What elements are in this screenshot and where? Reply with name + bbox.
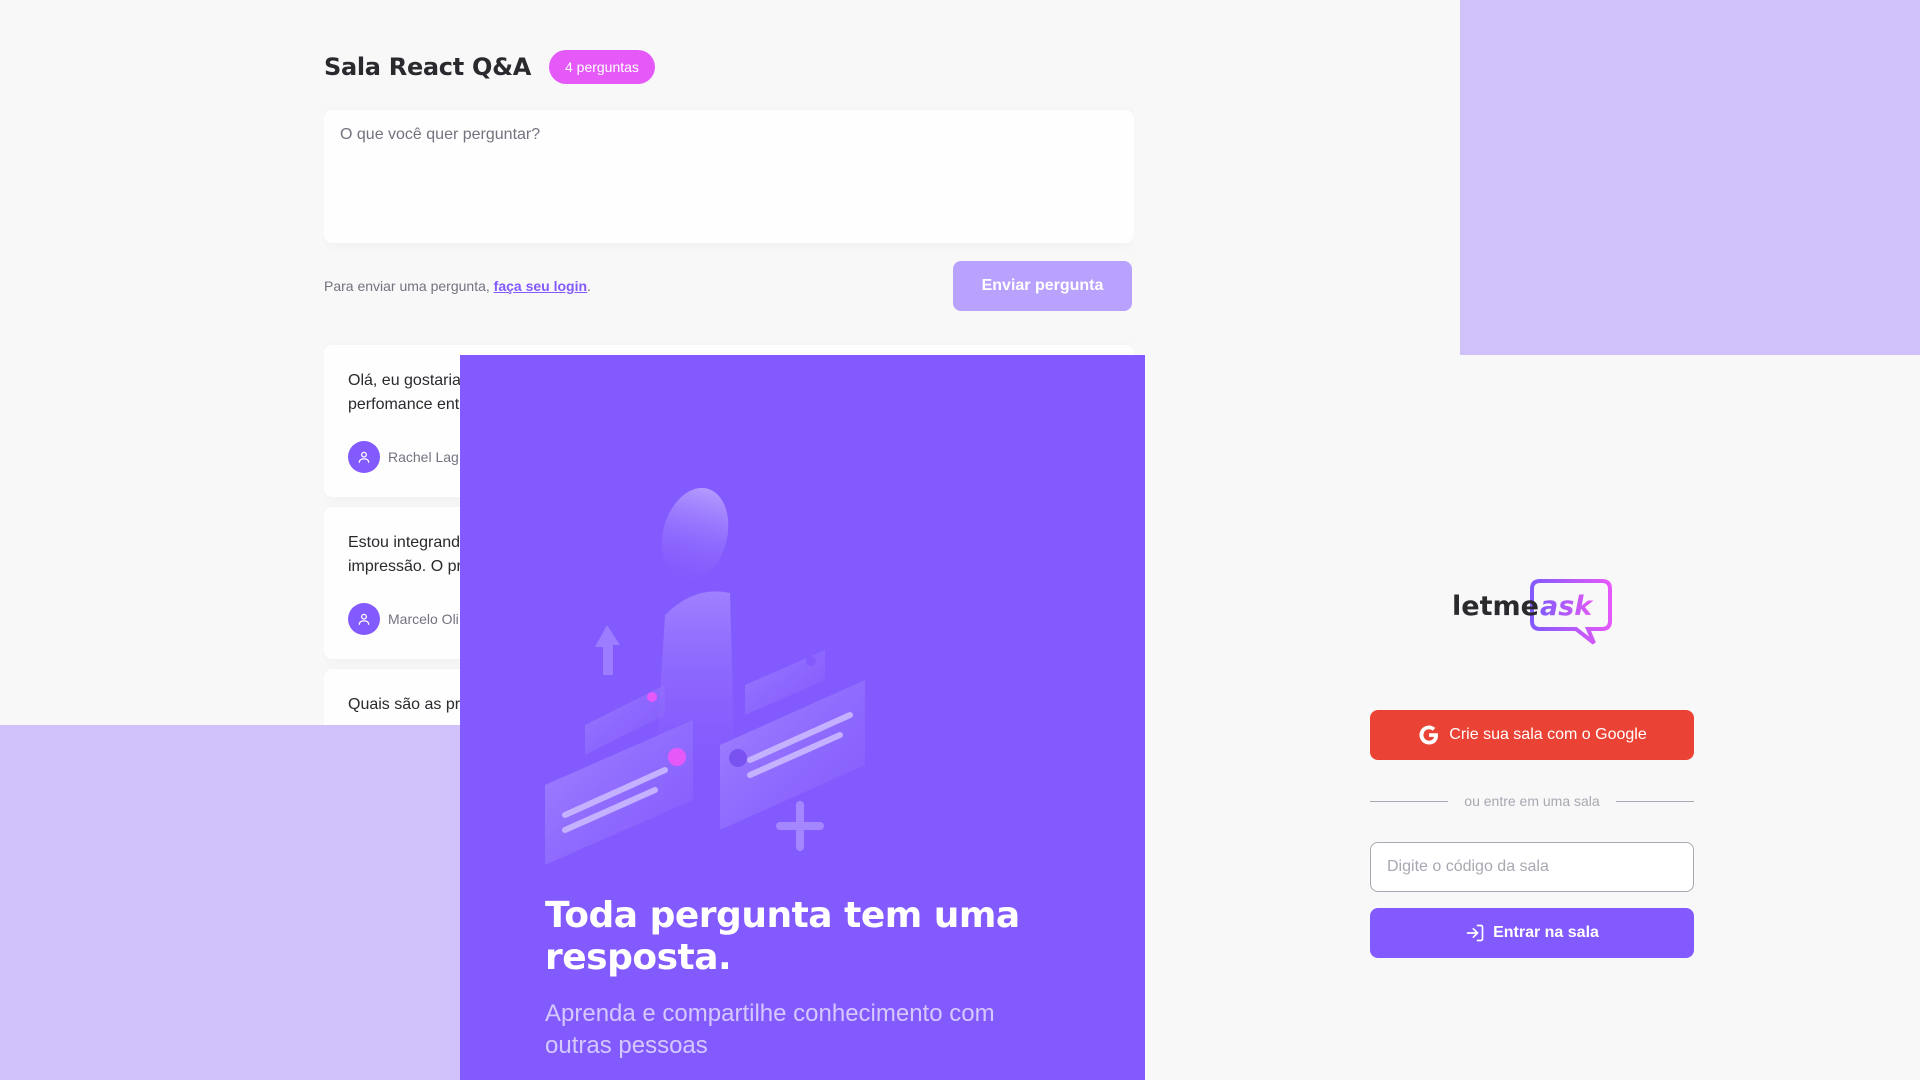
login-hint-suffix: . [587, 278, 591, 294]
decorative-block-top-right [1460, 0, 1920, 355]
login-link[interactable]: faça seu login [494, 278, 587, 294]
login-hint: Para enviar uma pergunta, faça seu login… [324, 278, 591, 294]
avatar [348, 441, 380, 473]
enter-button-label: Entrar na sala [1493, 924, 1599, 941]
room-title: Sala React Q&A [324, 53, 531, 81]
login-hint-prefix: Para enviar uma pergunta, [324, 278, 494, 294]
author-name: Rachel Lag [388, 449, 459, 465]
separator: ou entre em uma sala [1370, 793, 1694, 809]
svg-text:ask: ask [1540, 591, 1594, 622]
user-icon [358, 613, 370, 625]
login-area: letme ask Crie sua sala com o Google ou … [1370, 575, 1694, 958]
question-author: Rachel Lag [348, 441, 459, 473]
illustration-image [545, 487, 865, 865]
room-code-input[interactable] [1370, 842, 1694, 892]
question-count-badge: 4 perguntas [548, 50, 655, 84]
google-button-label: Crie sua sala com o Google [1449, 726, 1647, 743]
aside-subtitle: Aprenda e compartilhe conhecimento com o… [545, 1000, 995, 1059]
svg-text:letme: letme [1452, 591, 1539, 622]
enter-room-button[interactable]: Entrar na sala [1370, 908, 1694, 958]
form-footer: Para enviar uma pergunta, faça seu login… [324, 261, 1132, 311]
decorative-block-bottom-left [0, 725, 460, 1080]
separator-text: ou entre em uma sala [1464, 793, 1600, 809]
google-icon [1419, 725, 1439, 745]
send-question-button[interactable]: Enviar pergunta [953, 261, 1132, 311]
user-icon [358, 451, 370, 463]
aside-title: Toda pergunta tem uma resposta. [545, 895, 1020, 978]
letmeask-logo: letme ask [1452, 579, 1612, 645]
create-room-google-button[interactable]: Crie sua sala com o Google [1370, 710, 1694, 760]
author-name: Marcelo Oli [388, 611, 459, 627]
question-author: Marcelo Oli [348, 603, 459, 635]
room-header: Sala React Q&A 4 perguntas [324, 50, 655, 84]
separator-line [1370, 800, 1449, 802]
question-textarea[interactable] [324, 110, 1134, 243]
illustration-panel: Toda pergunta tem uma resposta. Aprenda … [460, 355, 1145, 1080]
avatar [348, 603, 380, 635]
log-in-icon [1466, 924, 1484, 942]
separator-line [1615, 800, 1694, 802]
